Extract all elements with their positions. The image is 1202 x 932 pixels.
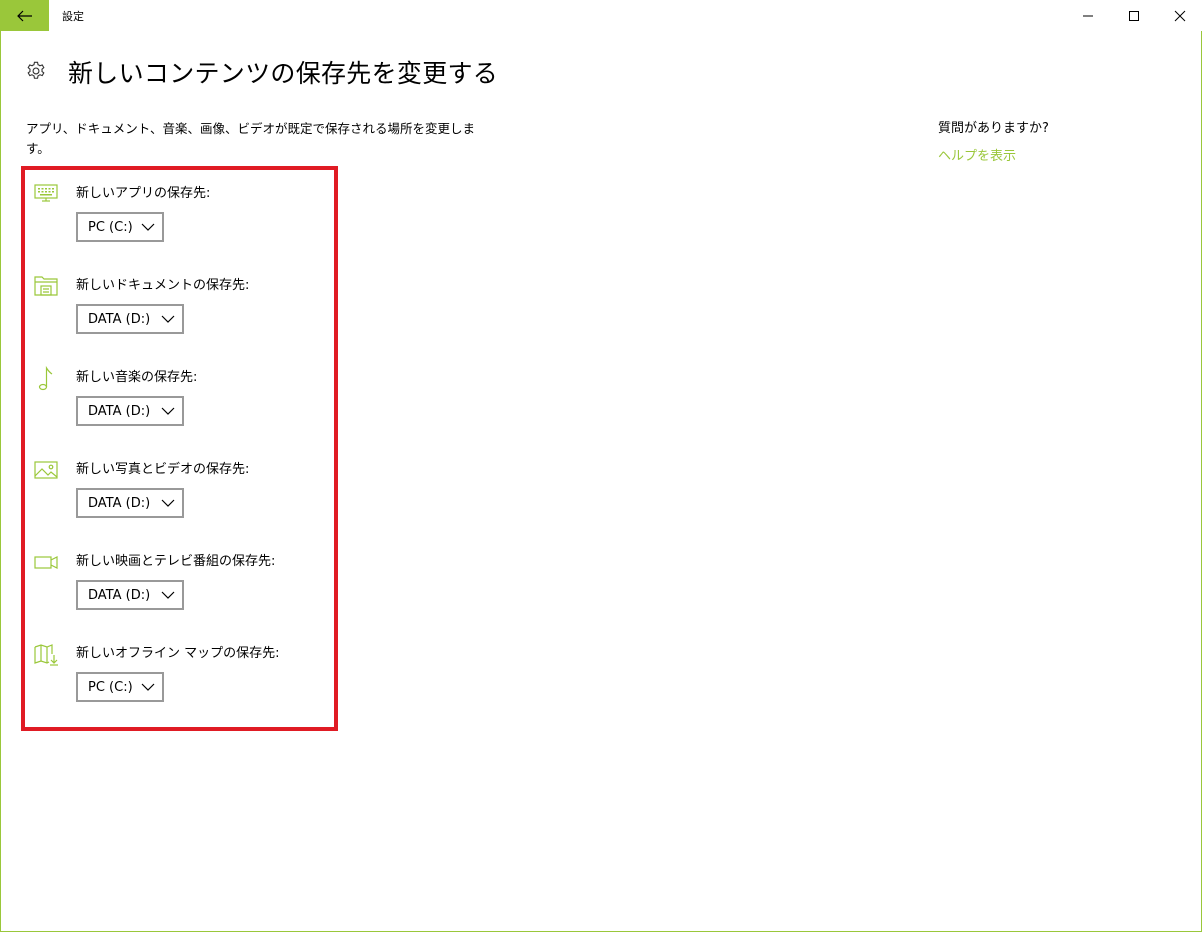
music-note-icon <box>38 365 53 391</box>
dropdown-value: DATA (D:) <box>88 495 151 511</box>
photo-icon <box>34 461 58 479</box>
close-button[interactable] <box>1157 0 1202 31</box>
chevron-down-icon <box>161 591 175 599</box>
minimize-button[interactable] <box>1065 0 1111 31</box>
close-icon <box>1174 10 1186 21</box>
chevron-down-icon <box>161 499 175 507</box>
back-button[interactable] <box>1 0 49 31</box>
storage-dropdown-documents[interactable]: DATA (D:) <box>76 304 184 334</box>
setting-music: 新しい音楽の保存先: DATA (D:) <box>31 360 331 446</box>
document-icon <box>34 276 58 296</box>
setting-movies-tv: 新しい映画とテレビ番組の保存先: DATA (D:) <box>31 544 331 630</box>
storage-dropdown-apps[interactable]: PC (C:) <box>76 212 164 242</box>
setting-label: 新しい音楽の保存先: <box>76 370 198 385</box>
dropdown-value: DATA (D:) <box>88 311 151 327</box>
dropdown-value: PC (C:) <box>88 679 133 695</box>
setting-label: 新しいアプリの保存先: <box>76 186 211 201</box>
chevron-down-icon <box>161 407 175 415</box>
page-description: アプリ、ドキュメント、音楽、画像、ビデオが既定で保存される場所を変更します。 <box>26 121 476 156</box>
help-link[interactable]: ヘルプを表示 <box>938 145 1016 164</box>
minimize-icon <box>1083 15 1093 16</box>
dropdown-value: DATA (D:) <box>88 403 151 419</box>
settings-window: 設定 新しいコンテンツの保存先を変更する アプリ、ドキュメント、音楽、画像、ビデ… <box>0 0 1202 932</box>
storage-dropdown-music[interactable]: DATA (D:) <box>76 396 184 426</box>
setting-label: 新しいドキュメントの保存先: <box>76 278 250 293</box>
title-bar: 設定 <box>1 0 1202 31</box>
chevron-down-icon <box>141 683 155 691</box>
map-download-icon <box>34 644 58 666</box>
video-camera-icon <box>34 556 58 569</box>
page-title: 新しいコンテンツの保存先を変更する <box>68 59 499 88</box>
storage-dropdown-movies[interactable]: DATA (D:) <box>76 580 184 610</box>
window-title: 設定 <box>62 10 84 23</box>
maximize-icon <box>1129 10 1139 21</box>
back-arrow-icon <box>17 10 32 21</box>
dropdown-value: DATA (D:) <box>88 587 151 603</box>
chevron-down-icon <box>141 223 155 231</box>
storage-dropdown-photos[interactable]: DATA (D:) <box>76 488 184 518</box>
maximize-button[interactable] <box>1111 0 1157 31</box>
dropdown-value: PC (C:) <box>88 219 133 235</box>
setting-documents: 新しいドキュメントの保存先: DATA (D:) <box>31 268 331 354</box>
setting-offline-maps: 新しいオフライン マップの保存先: PC (C:) <box>31 636 331 722</box>
storage-dropdown-maps[interactable]: PC (C:) <box>76 672 164 702</box>
setting-label: 新しいオフライン マップの保存先: <box>76 646 280 661</box>
setting-label: 新しい映画とテレビ番組の保存先: <box>76 554 276 569</box>
app-icon <box>34 184 58 202</box>
gear-icon <box>27 61 45 79</box>
help-question: 質問がありますか? <box>938 121 1049 136</box>
setting-apps: 新しいアプリの保存先: PC (C:) <box>31 176 331 262</box>
setting-label: 新しい写真とビデオの保存先: <box>76 462 250 477</box>
chevron-down-icon <box>161 315 175 323</box>
setting-photos-videos: 新しい写真とビデオの保存先: DATA (D:) <box>31 452 331 538</box>
